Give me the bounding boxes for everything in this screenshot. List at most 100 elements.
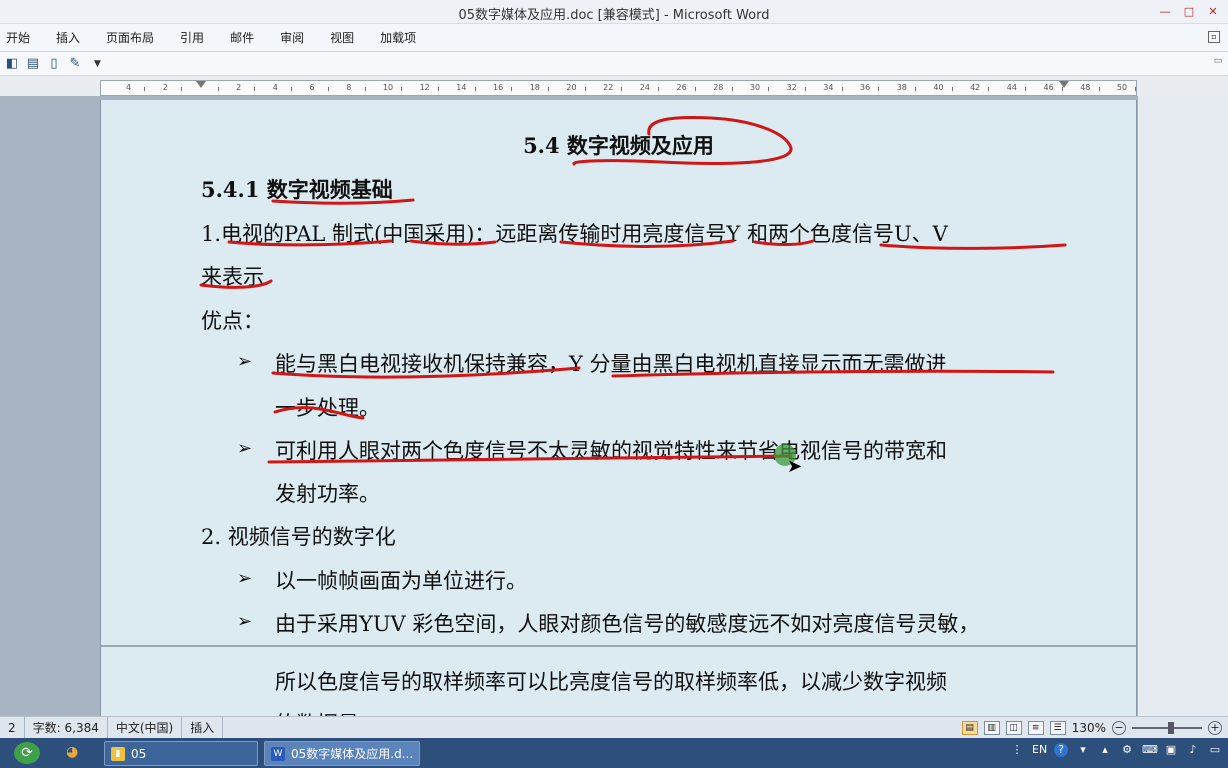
tab-view[interactable]: 视图 [317, 24, 367, 52]
ruler-label: 4 [126, 83, 132, 92]
tab-review[interactable]: 审阅 [267, 24, 317, 52]
bullet-arrow-icon: ➢ [237, 568, 253, 589]
horizontal-ruler[interactable]: 4 2 2 4 6 8 10 12 14 16 18 20 22 24 26 28 30 32 34 36 38 40 42… [100, 80, 1137, 96]
bullet-2-line-2: 发射功率。 [275, 482, 380, 506]
tab-addins[interactable]: 加载项 [367, 24, 429, 52]
show-desktop-icon[interactable]: ▭ [1208, 743, 1222, 757]
ruler-label: 32 [786, 83, 797, 92]
taskbar-item-label: 05数字媒体及应用.d... [291, 747, 414, 761]
open-icon[interactable]: ◧ [4, 56, 20, 72]
print-icon[interactable]: ▤ [25, 56, 41, 72]
right-indent-marker-icon[interactable] [1059, 81, 1069, 88]
keyboard-icon[interactable]: ⌨ [1142, 743, 1158, 757]
ruler-label: 36 [860, 83, 871, 92]
ruler-tick [1061, 87, 1063, 91]
customize-toolbar-icon[interactable]: ▼ [94, 59, 101, 69]
heading-1: 5.4 数字视频及应用 [523, 133, 714, 158]
title-bar: 05数字媒体及应用.doc [兼容模式] - Microsoft Word — … [0, 0, 1228, 24]
ruler-label: 12 [419, 83, 430, 92]
ruler-tick [217, 87, 219, 91]
bullet-4-line-3: 的数据量。 [275, 708, 380, 716]
heading-2-text: 数字视频基础 [266, 177, 393, 202]
zoom-slider-knob[interactable] [1168, 722, 1174, 734]
ruler-tick [437, 87, 439, 91]
bullet-arrow-icon: ➢ [237, 438, 253, 459]
ruler-label: 44 [1006, 83, 1017, 92]
start-button-icon[interactable]: ⟳ [14, 742, 40, 764]
bullet-arrow-icon: ➢ [237, 351, 253, 372]
ruler-label: 6 [309, 83, 315, 92]
minimize-icon[interactable]: — [1156, 3, 1174, 19]
indent-marker-icon[interactable] [196, 81, 206, 88]
ruler-tick [401, 87, 403, 91]
ruler-tick [804, 87, 806, 91]
zoom-in-icon[interactable]: + [1208, 721, 1222, 735]
taskbar-item-word[interactable]: W 05数字媒体及应用.d... [264, 741, 420, 766]
ruler-tick [144, 87, 146, 91]
taskbar-item-folder[interactable]: ▮ 05 [104, 741, 258, 766]
zoom-slider[interactable] [1132, 722, 1202, 734]
help-icon[interactable]: ? [1054, 743, 1068, 757]
ruler-label: 18 [529, 83, 540, 92]
ruler-label: 48 [1080, 83, 1091, 92]
bullet-3: 以一帧帧画面为单位进行。 [275, 569, 527, 593]
ruler-label: 46 [1043, 83, 1054, 92]
ruler-tick [621, 87, 623, 91]
maximize-icon[interactable]: □ [1180, 3, 1198, 19]
tab-insert[interactable]: 插入 [43, 24, 93, 52]
ruler-label: 4 [272, 83, 278, 92]
ruler-label: 42 [970, 83, 981, 92]
ruler-tick [364, 87, 366, 91]
close-icon[interactable]: ✕ [1204, 3, 1222, 19]
draft-view-icon[interactable]: ☰ [1049, 721, 1066, 735]
view-ruler-icon[interactable]: ▭ [1212, 56, 1224, 72]
ruler-tick [1025, 87, 1027, 91]
tab-home[interactable]: 开始 [0, 24, 43, 52]
tray-grip-icon: ⋮ [1011, 743, 1023, 756]
ruler-label: 34 [823, 83, 834, 92]
heading-2: 5.4.1 数字视频基础 [201, 174, 393, 204]
bullet-2-line-1: 可利用人眼对两个色度信号不太灵敏的视觉特性来节省电视信号的带宽和 [275, 439, 947, 463]
tab-references[interactable]: 引用 [167, 24, 217, 52]
language-indicator[interactable]: 中文(中国) [108, 716, 183, 739]
ribbon-minimize-icon[interactable]: ▫ [1208, 31, 1220, 43]
ruler-tick [584, 87, 586, 91]
tray-arrow-icon[interactable]: ▴ [1098, 743, 1112, 757]
document-page[interactable]: 5.4 数字视频及应用 5.4.1 数字视频基础 1.电视的PAL 制式(中国采… [100, 100, 1137, 716]
tab-mailings[interactable]: 邮件 [217, 24, 267, 52]
ruler-tick [841, 87, 843, 91]
insert-mode[interactable]: 插入 [182, 716, 224, 739]
new-document-icon[interactable]: ▯ [46, 56, 62, 72]
zoom-out-icon[interactable]: − [1112, 721, 1126, 735]
ruler-tick [915, 87, 917, 91]
edit-icon[interactable]: ✎ [67, 56, 83, 72]
ruler-tick [327, 87, 329, 91]
tray-menu-icon[interactable]: ▾ [1076, 743, 1090, 757]
taskbar-item-label: 05 [131, 746, 147, 761]
language-tray[interactable]: EN [1032, 743, 1047, 757]
ruler-tick [878, 87, 880, 91]
ruler-tick [951, 87, 953, 91]
device-icon[interactable]: ▣ [1164, 743, 1178, 757]
page-number[interactable]: 2 [0, 716, 25, 739]
browser-icon[interactable]: ◕ [66, 744, 78, 760]
window-controls: — □ ✕ [1156, 3, 1222, 19]
tab-page-layout[interactable]: 页面布局 [93, 24, 167, 52]
volume-icon[interactable]: ♪ [1186, 743, 1200, 757]
right-margin [1138, 96, 1228, 716]
paragraph-1-line-1: 1.电视的PAL 制式(中国采用)：远距离传输时用亮度信号Y 和两个色度信号U、… [201, 222, 948, 246]
network-icon[interactable]: ⚙ [1120, 743, 1134, 757]
zoom-level[interactable]: 130% [1072, 721, 1106, 735]
outline-view-icon[interactable]: ≡ [1027, 721, 1044, 735]
ruler-tick [548, 87, 550, 91]
print-layout-view-icon[interactable]: ▤ [961, 721, 978, 735]
ruler-label: 8 [346, 83, 352, 92]
ruler-tick [1098, 87, 1100, 91]
web-layout-icon[interactable]: ◫ [1005, 721, 1022, 735]
system-tray: ⋮ EN ? ▾ ▴ ⚙ ⌨ ▣ ♪ ▭ [1010, 743, 1222, 757]
ruler-label: 40 [933, 83, 944, 92]
full-screen-reading-icon[interactable]: ▥ [983, 721, 1000, 735]
ruler-tick [1135, 87, 1137, 91]
advantages-label: 优点： [201, 309, 264, 333]
word-count[interactable]: 字数: 6,384 [25, 716, 108, 739]
